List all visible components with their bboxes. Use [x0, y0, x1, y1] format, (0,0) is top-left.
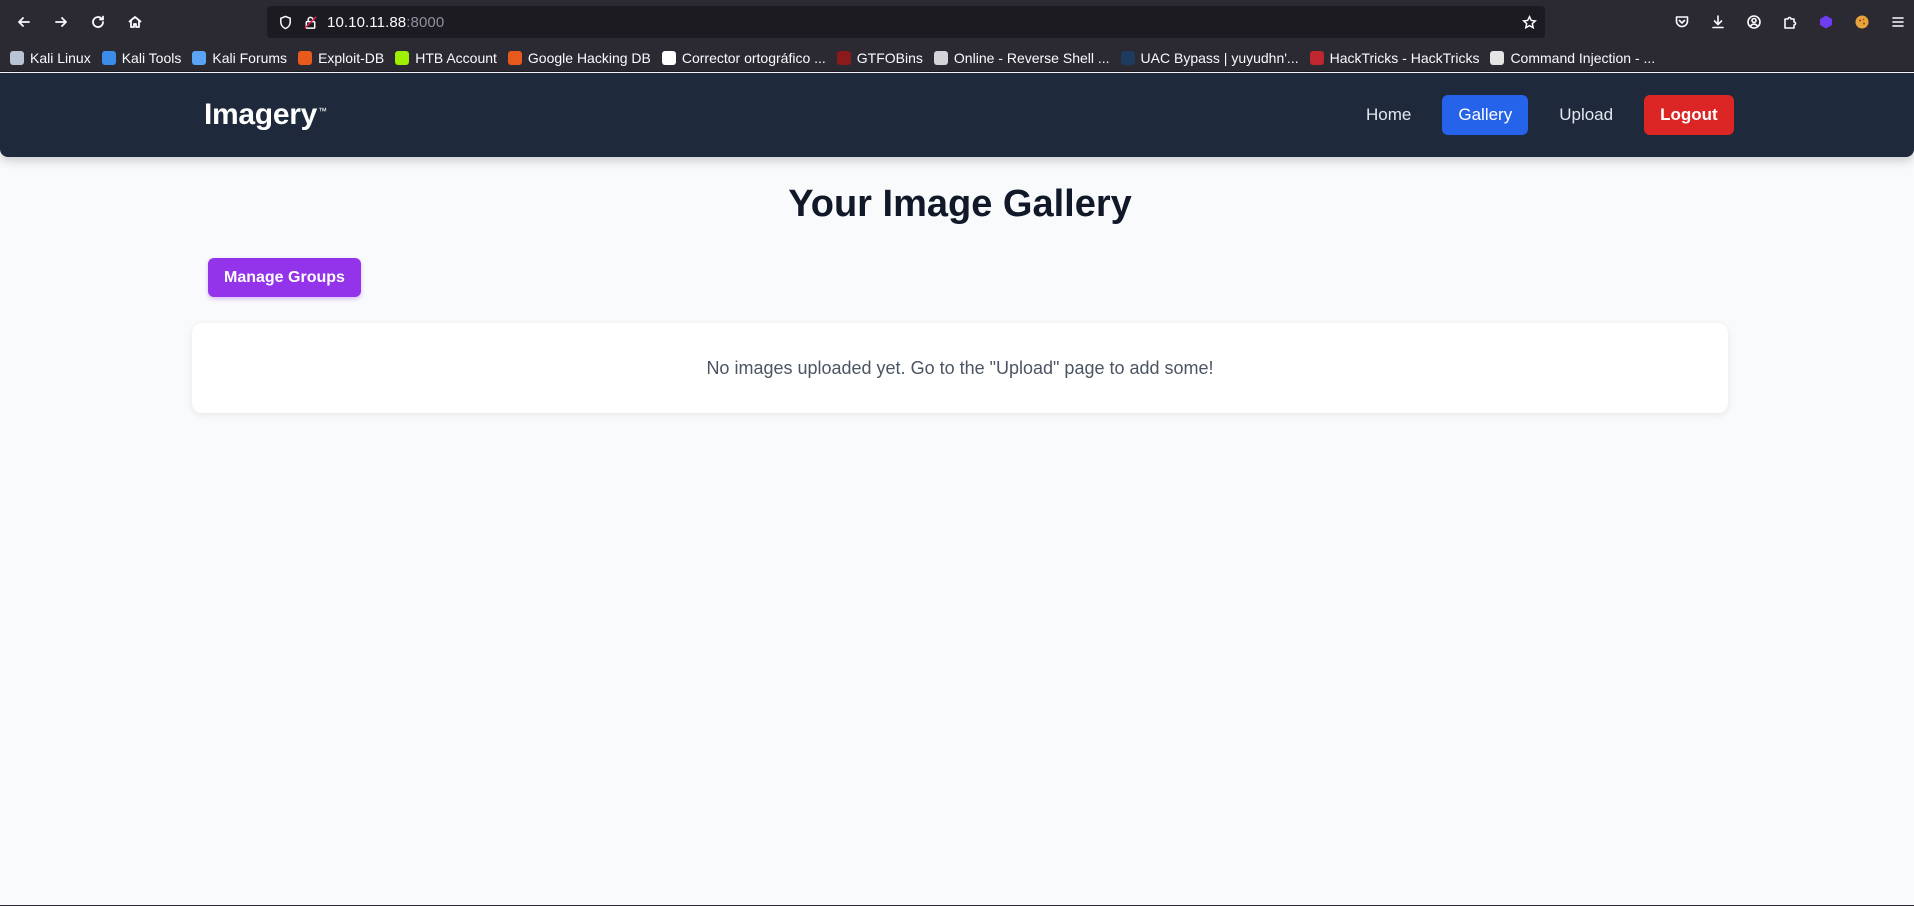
- bookmark-item[interactable]: UAC Bypass | yuyudhn'...: [1120, 49, 1299, 66]
- bookmark-item[interactable]: Corrector ortográfico ...: [661, 49, 826, 66]
- htb-icon: [395, 50, 410, 65]
- gtfobins-icon: [836, 50, 851, 65]
- site-logo[interactable]: Imagery™: [204, 98, 327, 132]
- bookmark-item[interactable]: Online - Reverse Shell ...: [933, 49, 1110, 66]
- web-page: Imagery™ Home Gallery Upload Logout Your…: [0, 73, 1914, 906]
- url-text[interactable]: 10.10.11.88:8000: [327, 14, 444, 31]
- empty-gallery-card: No images uploaded yet. Go to the "Uploa…: [192, 323, 1728, 413]
- manage-groups-button[interactable]: Manage Groups: [208, 258, 361, 297]
- nav-home-link[interactable]: Home: [1350, 95, 1427, 135]
- bookmark-item[interactable]: Kali Forums: [192, 50, 287, 66]
- bookmark-label: UAC Bypass | yuyudhn'...: [1140, 49, 1299, 66]
- uac-bypass-icon: [1120, 50, 1135, 65]
- url-port: :8000: [406, 13, 445, 31]
- purple-cube-icon: [1820, 15, 1832, 29]
- bookmark-label: Command Injection - ...: [1510, 49, 1656, 66]
- extension-cookie-button[interactable]: [1844, 7, 1880, 37]
- bookmark-label: Exploit-DB: [318, 49, 385, 66]
- home-button[interactable]: [117, 4, 153, 40]
- tracking-protection-shield-icon[interactable]: [276, 13, 294, 31]
- reload-icon: [92, 15, 104, 28]
- bookmark-label: Kali Tools: [121, 49, 182, 66]
- bookmark-item[interactable]: HTB Account: [395, 50, 497, 66]
- back-arrow-icon: [18, 17, 30, 27]
- bookmark-label: Kali Linux: [30, 49, 91, 66]
- forward-button[interactable]: [43, 4, 79, 40]
- account-icon: [1747, 15, 1761, 29]
- app-menu-button[interactable]: [1880, 7, 1914, 37]
- nav-upload-link[interactable]: Upload: [1543, 95, 1629, 135]
- bookmark-item[interactable]: GTFOBins: [836, 49, 923, 66]
- bookmark-item[interactable]: Google Hacking DB: [507, 49, 651, 66]
- bookmark-label: Corrector ortográfico ...: [681, 49, 826, 66]
- puzzle-icon: [1784, 16, 1797, 29]
- bookmark-item[interactable]: Exploit-DB: [298, 50, 384, 66]
- logo-text: Imagery: [204, 98, 317, 131]
- bookmark-label: HackTricks - HackTricks: [1329, 49, 1480, 66]
- hacktricks-icon: [1309, 50, 1324, 65]
- url-bar[interactable]: 10.10.11.88:8000: [267, 6, 1545, 38]
- page-title: Your Image Gallery: [788, 183, 1132, 225]
- bookmark-star-icon[interactable]: [1519, 12, 1539, 32]
- downloads-button[interactable]: [1700, 7, 1736, 37]
- bookmark-item[interactable]: Command Injection - ...: [1490, 50, 1655, 66]
- url-host: 10.10.11.88: [327, 13, 407, 31]
- kali-forums-icon: [192, 50, 207, 65]
- bookmark-item[interactable]: HackTricks - HackTricks: [1309, 49, 1480, 66]
- back-button[interactable]: [6, 4, 42, 40]
- extension-purple-button[interactable]: [1808, 7, 1844, 37]
- bookmark-label: Kali Forums: [212, 49, 288, 66]
- bookmark-label: Online - Reverse Shell ...: [953, 49, 1110, 66]
- bookmark-item[interactable]: Kali Linux: [10, 50, 91, 66]
- site-header: Imagery™ Home Gallery Upload Logout: [0, 73, 1914, 157]
- bookmark-label: GTFOBins: [856, 49, 923, 66]
- home-icon: [128, 16, 142, 28]
- toolbar-right-icons: [1664, 7, 1914, 37]
- download-icon: [1712, 15, 1724, 29]
- empty-gallery-message: No images uploaded yet. Go to the "Uploa…: [706, 357, 1214, 378]
- kali-icon: [10, 50, 24, 65]
- insecure-lock-icon[interactable]: [302, 13, 318, 31]
- forward-arrow-icon: [55, 17, 67, 27]
- reload-button[interactable]: [80, 4, 116, 40]
- bookmarks-bar: Kali Linux Kali Tools Kali Forums Exploit-D…: [0, 44, 1914, 72]
- bookmark-item[interactable]: Kali Tools: [101, 49, 182, 66]
- corrector-icon: [661, 50, 676, 65]
- nav-gallery-link[interactable]: Gallery: [1442, 95, 1529, 135]
- account-button[interactable]: [1736, 7, 1772, 37]
- trademark-mark: ™: [317, 106, 327, 116]
- logout-button[interactable]: Logout: [1644, 95, 1734, 135]
- reverse-shell-icon: [933, 50, 948, 65]
- hamburger-menu-icon: [1892, 17, 1904, 27]
- exploit-db-icon: [298, 50, 313, 65]
- cookie-icon: [1855, 15, 1869, 29]
- bookmark-label: Google Hacking DB: [527, 49, 651, 66]
- command-injection-icon: [1490, 50, 1505, 65]
- pocket-button[interactable]: [1664, 7, 1700, 37]
- extensions-button[interactable]: [1772, 7, 1808, 37]
- pocket-icon: [1675, 16, 1689, 28]
- kali-tools-icon: [101, 50, 116, 65]
- site-nav: Home Gallery Upload Logout: [1350, 95, 1734, 135]
- ghdb-icon: [507, 50, 522, 65]
- browser-toolbar: 10.10.11.88:8000: [0, 0, 1914, 44]
- bookmark-label: HTB Account: [415, 49, 497, 66]
